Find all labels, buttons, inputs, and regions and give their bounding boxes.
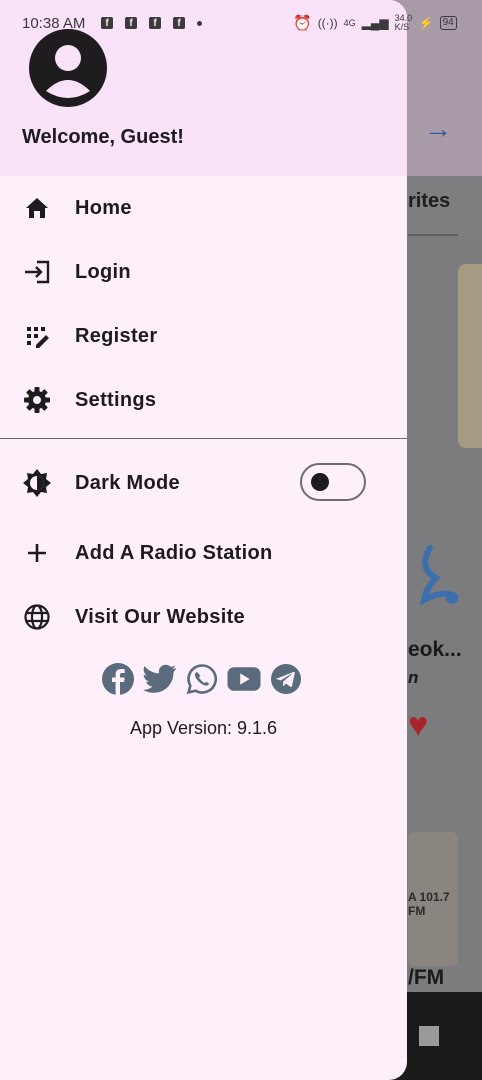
menu-label: Register (75, 324, 158, 347)
station-logo-text: A 101.7 FM (408, 890, 450, 918)
app-version: App Version: 9.1.6 (129, 718, 278, 738)
facebook-notification-icon: f (173, 17, 185, 29)
facebook-notification-icon: f (125, 17, 137, 29)
menu-label: Visit Our Website (75, 605, 245, 628)
arrow-right-icon: → (424, 113, 452, 144)
dark-mode-toggle[interactable] (300, 463, 366, 501)
station-title: eok... (408, 638, 462, 661)
globe-icon (22, 602, 52, 632)
heart-icon: ♥ (408, 706, 429, 744)
whatsapp-icon[interactable] (185, 662, 219, 696)
welcome-text: Welcome, Guest! (22, 126, 184, 148)
brightness-icon (22, 468, 52, 498)
menu-item-home[interactable]: Home (0, 180, 407, 236)
toggle-knob (311, 473, 329, 491)
station-subtitle: n (408, 668, 419, 687)
twitter-icon[interactable] (143, 662, 177, 696)
login-icon (22, 257, 52, 287)
navigation-drawer: Welcome, Guest! Home Login Register Sett… (0, 0, 407, 1080)
social-links (101, 662, 307, 696)
menu-label: Dark Mode (75, 471, 180, 494)
divider (0, 438, 407, 439)
menu-label: Add A Radio Station (75, 541, 273, 564)
menu-label: Home (75, 196, 132, 219)
battery-indicator: 94 (439, 16, 457, 30)
station-title: /FM (408, 966, 445, 989)
station-logo-image (420, 545, 458, 606)
status-time: 10:38 AM (22, 15, 86, 32)
menu-item-settings[interactable]: Settings (0, 372, 407, 428)
youtube-icon[interactable] (227, 662, 261, 696)
menu-label: Login (75, 260, 131, 283)
home-icon (22, 193, 52, 223)
tab-indicator (408, 234, 458, 236)
background-tab-label: rites (408, 190, 451, 212)
more-notifications-icon (197, 21, 202, 26)
gear-icon (22, 385, 52, 415)
facebook-notification-icon: f (101, 17, 113, 29)
menu-item-visit-website[interactable]: Visit Our Website (0, 589, 407, 645)
menu-item-add-radio-station[interactable]: Add A Radio Station (0, 525, 407, 581)
register-icon (22, 321, 52, 351)
charging-icon: ⚡ (418, 16, 434, 30)
network-type: 4G (343, 18, 356, 28)
recents-button[interactable] (419, 1026, 439, 1046)
status-icons: ⏰ ((·)) 4G ▂▄▆ 34.0 K/S ⚡ 94 (293, 13, 457, 33)
signal-icon: ▂▄▆ (361, 16, 389, 30)
menu-item-register[interactable]: Register (0, 308, 407, 364)
menu-label: Settings (75, 388, 157, 411)
alarm-icon: ⏰ (293, 15, 312, 32)
station-card-image (458, 264, 482, 448)
facebook-icon[interactable] (101, 662, 135, 696)
plus-icon (22, 538, 52, 568)
network-speed: 34.0 K/S (394, 13, 413, 32)
hotspot-icon: ((·)) (317, 16, 338, 30)
status-bar: 10:38 AM f f f f ⏰ ((·)) 4G ▂▄▆ 34.0 K/S… (0, 0, 482, 46)
menu-item-login[interactable]: Login (0, 244, 407, 300)
facebook-notification-icon: f (149, 17, 161, 29)
telegram-icon[interactable] (269, 662, 303, 696)
